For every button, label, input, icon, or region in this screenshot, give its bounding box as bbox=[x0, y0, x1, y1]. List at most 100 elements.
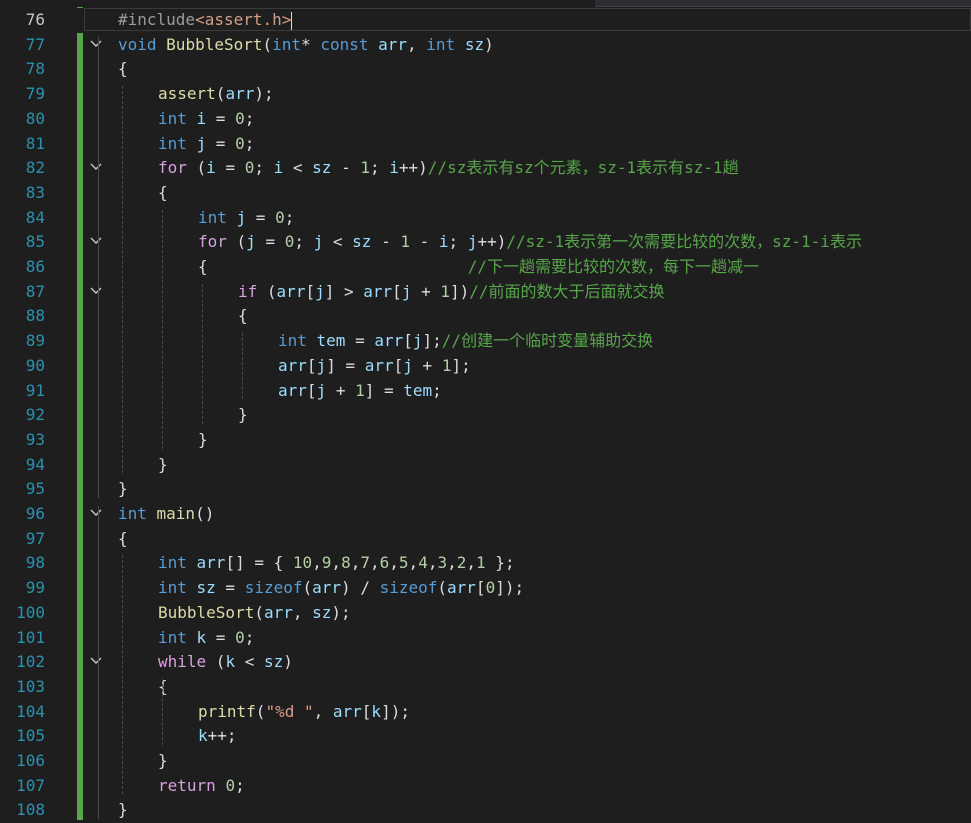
code-token: //sz-1表示第一次需要比较的次数，sz-1-i表示 bbox=[506, 232, 862, 252]
fold-chevron-icon[interactable] bbox=[89, 650, 103, 675]
code-token: arr bbox=[263, 602, 293, 622]
code-text[interactable]: k++; bbox=[198, 724, 237, 749]
code-token: ); bbox=[331, 602, 351, 622]
code-token: arr bbox=[363, 281, 393, 301]
code-text[interactable]: int tem = arr[j];//创建一个临时变量辅助交换 bbox=[278, 329, 653, 354]
line-number: 94 bbox=[25, 454, 45, 474]
code-text[interactable]: void BubbleSort(int* const arr, int sz) bbox=[118, 33, 494, 58]
code-line[interactable]: 102 while (k < sz) bbox=[0, 650, 971, 675]
code-line[interactable]: 83 { bbox=[0, 181, 971, 206]
code-line[interactable]: 97 { bbox=[0, 527, 971, 552]
code-text[interactable]: } bbox=[158, 453, 168, 478]
code-token: } bbox=[118, 800, 128, 820]
fold-chevron-icon[interactable] bbox=[89, 230, 103, 255]
code-text[interactable]: { bbox=[118, 527, 128, 552]
code-line[interactable]: 93} bbox=[0, 428, 971, 453]
code-line[interactable]: 84 int j = 0; bbox=[0, 206, 971, 231]
code-line[interactable]: 85 for (j = 0; j < sz - 1 - i; j++)//sz-1… bbox=[0, 230, 971, 255]
code-text[interactable]: int j = 0; bbox=[198, 206, 294, 231]
code-line[interactable]: 76 #include<assert.h> bbox=[0, 8, 971, 33]
code-editor[interactable]: 76 #include<assert.h> 77 void BubbleSort(in… bbox=[0, 0, 971, 820]
code-token: 0 bbox=[244, 158, 255, 178]
code-line[interactable]: 106} bbox=[0, 749, 971, 774]
code-line[interactable]: 87 if (arr[j] > arr[j + 1])//前面的数大于后面就交换 bbox=[0, 280, 971, 305]
code-text[interactable]: #include<assert.h> bbox=[118, 8, 293, 33]
fold-chevron-icon[interactable] bbox=[89, 156, 103, 181]
code-text[interactable]: for (j = 0; j < sz - 1 - i; j++)//sz-1表示… bbox=[198, 230, 862, 255]
fold-chevron-icon[interactable] bbox=[89, 502, 103, 527]
code-token: = bbox=[215, 578, 245, 598]
code-text[interactable]: for (i = 0; i < sz - 1; i++)//sz表示有sz个元素… bbox=[158, 156, 739, 181]
code-line[interactable]: 92} bbox=[0, 403, 971, 428]
code-text[interactable]: } bbox=[238, 403, 248, 428]
code-text[interactable]: } bbox=[198, 428, 208, 453]
code-token: , bbox=[466, 553, 477, 573]
code-text[interactable]: return 0; bbox=[158, 774, 245, 799]
code-line[interactable]: 108} bbox=[0, 798, 971, 823]
code-line[interactable]: 88 { bbox=[0, 304, 971, 329]
fold-chevron-icon[interactable] bbox=[89, 33, 103, 58]
code-line[interactable]: 96 int main() bbox=[0, 502, 971, 527]
code-text[interactable]: while (k < sz) bbox=[158, 650, 293, 675]
code-line[interactable]: 107 return 0; bbox=[0, 774, 971, 799]
code-token: ( bbox=[255, 701, 266, 721]
code-text[interactable]: assert(arr); bbox=[158, 82, 274, 107]
code-text[interactable]: int arr[] = { 10,9,8,7,6,5,4,3,2,1 }; bbox=[158, 551, 515, 576]
code-line[interactable]: 81 int j = 0; bbox=[0, 132, 971, 157]
code-text[interactable]: int k = 0; bbox=[158, 626, 254, 651]
code-text[interactable]: int j = 0; bbox=[158, 132, 254, 157]
code-token: } bbox=[118, 479, 128, 499]
code-line[interactable]: 90 arr[j] = arr[j + 1]; bbox=[0, 354, 971, 379]
code-text[interactable]: arr[j + 1] = tem; bbox=[278, 379, 442, 404]
code-text[interactable]: } bbox=[118, 798, 128, 823]
code-line[interactable]: 78 { bbox=[0, 57, 971, 82]
code-line[interactable]: 94} bbox=[0, 453, 971, 478]
code-text[interactable]: int sz = sizeof(arr) / sizeof(arr[0]); bbox=[158, 576, 524, 601]
line-number: 85 bbox=[25, 232, 45, 252]
code-text[interactable]: } bbox=[158, 749, 168, 774]
code-token: ; bbox=[244, 627, 255, 647]
code-text[interactable]: { bbox=[158, 181, 168, 206]
code-line[interactable]: 105 k++; bbox=[0, 724, 971, 749]
code-text[interactable]: int i = 0; bbox=[158, 107, 254, 132]
code-token: k bbox=[196, 627, 207, 647]
code-line[interactable]: 100 BubbleSort(arr, sz); bbox=[0, 601, 971, 626]
code-line[interactable]: 89 int tem = arr[j];//创建一个临时变量辅助交换 bbox=[0, 329, 971, 354]
code-text[interactable]: { bbox=[238, 304, 248, 329]
line-number: 106 bbox=[16, 751, 45, 770]
code-text[interactable]: } bbox=[118, 477, 128, 502]
code-line[interactable]: 80 int i = 0; bbox=[0, 107, 971, 132]
code-text[interactable]: int main() bbox=[118, 502, 214, 527]
code-line[interactable]: 86 { //下一趟需要比较的次数，每下一趟减一 bbox=[0, 255, 971, 280]
code-line[interactable]: 103{ bbox=[0, 675, 971, 700]
code-text[interactable]: arr[j] = arr[j + 1]; bbox=[278, 354, 471, 379]
code-text[interactable]: if (arr[j] > arr[j + 1])//前面的数大于后面就交换 bbox=[238, 280, 665, 305]
code-text[interactable]: { //下一趟需要比较的次数，每下一趟减一 bbox=[198, 255, 759, 280]
code-line[interactable]: 82 for (i = 0; i < sz - 1; i++)//sz表示有sz个… bbox=[0, 156, 971, 181]
code-text[interactable]: printf("%d ", arr[k]); bbox=[198, 700, 410, 725]
code-token: + bbox=[412, 355, 442, 375]
code-text[interactable]: BubbleSort(arr, sz); bbox=[158, 601, 351, 626]
code-line[interactable]: 98 int arr[] = { 10,9,8,7,6,5,4,3,2,1 }; bbox=[0, 551, 971, 576]
code-token: 0 bbox=[275, 207, 285, 227]
line-number: 79 bbox=[25, 84, 45, 104]
text-cursor bbox=[291, 11, 293, 30]
code-line[interactable]: 79 assert(arr); bbox=[0, 82, 971, 107]
code-line[interactable]: 95} bbox=[0, 477, 971, 502]
code-token: , bbox=[292, 602, 313, 622]
line-number: 92 bbox=[25, 405, 45, 425]
code-line[interactable]: 101 int k = 0; bbox=[0, 626, 971, 651]
code-token: 0 bbox=[235, 133, 245, 153]
line-number: 88 bbox=[25, 306, 45, 326]
code-token: ] = bbox=[326, 355, 365, 375]
code-line[interactable]: 77 void BubbleSort(int* const arr, int sz… bbox=[0, 33, 971, 58]
code-line[interactable]: 104 printf("%d ", arr[k]); bbox=[0, 700, 971, 725]
code-token: j bbox=[403, 355, 413, 375]
code-line[interactable]: 99 int sz = sizeof(arr) / sizeof(arr[0]); bbox=[0, 576, 971, 601]
code-line[interactable]: 91 arr[j + 1] = tem; bbox=[0, 379, 971, 404]
code-token: , bbox=[447, 553, 457, 573]
code-token: { bbox=[198, 257, 468, 276]
code-token: i bbox=[206, 158, 216, 178]
code-text[interactable]: { bbox=[118, 57, 128, 82]
fold-chevron-icon[interactable] bbox=[89, 280, 103, 305]
